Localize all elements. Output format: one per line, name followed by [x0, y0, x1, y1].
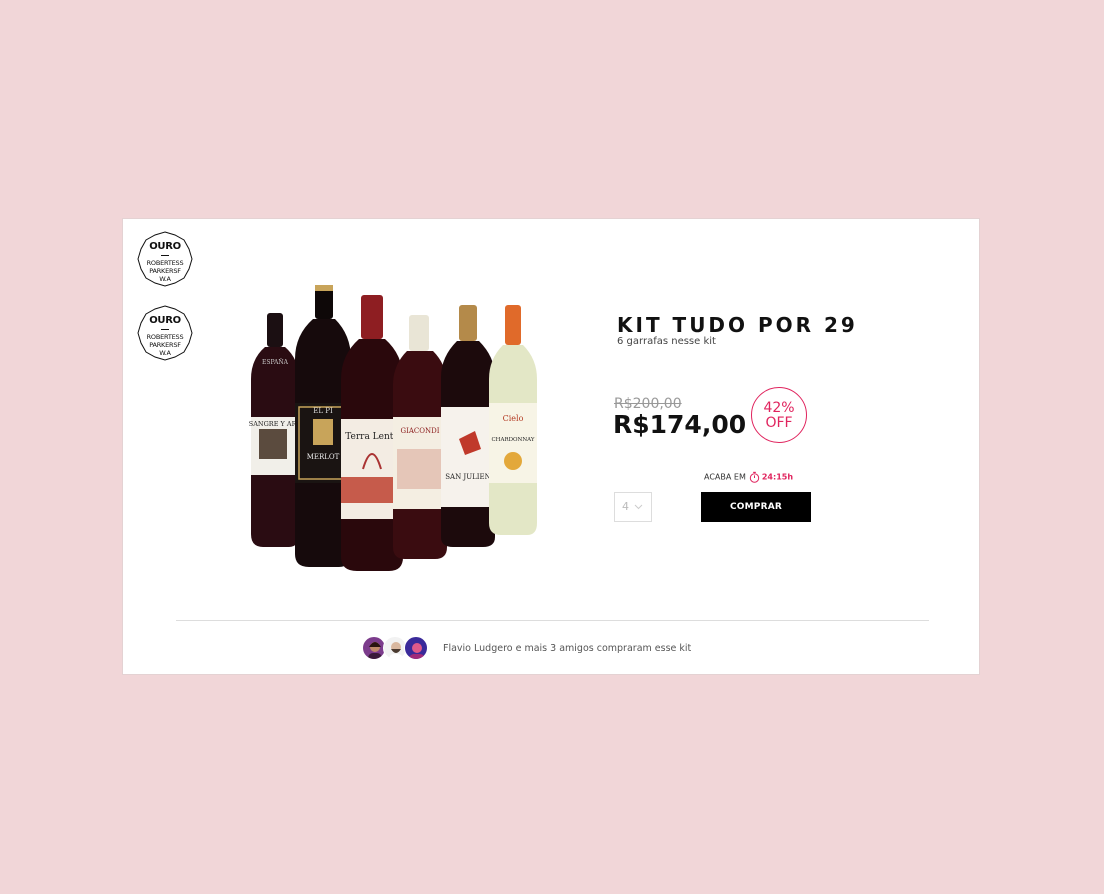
stopwatch-icon — [749, 471, 760, 483]
bottle: Cielo CHARDONNAY — [489, 305, 537, 535]
product-card: OURO ROBERTESS PARKERSF W.A OURO ROBERTE… — [122, 218, 980, 675]
award-badge: OURO ROBERTESS PARKERSF W.A — [137, 305, 193, 361]
bottle: SAN JULIEN — [441, 305, 495, 547]
svg-text:GIACONDI: GIACONDI — [400, 427, 439, 435]
avatar — [404, 636, 428, 660]
bottle: GIACONDI — [393, 315, 447, 559]
friends-avatars — [362, 636, 432, 662]
discount-badge: 42% OFF — [751, 387, 807, 443]
product-subtitle: 6 garrafas nesse kit — [617, 336, 716, 347]
svg-text:ESPAÑA: ESPAÑA — [262, 358, 289, 366]
svg-text:Cielo: Cielo — [503, 414, 524, 423]
discount-off-label: OFF — [765, 415, 793, 431]
svg-text:SAN JULIEN: SAN JULIEN — [445, 473, 491, 481]
svg-text:MERLOT: MERLOT — [307, 453, 340, 461]
quantity-select[interactable]: 4 — [614, 492, 652, 522]
bottle: ESPAÑA SANGRE Y ARE — [249, 313, 302, 547]
product-title: KIT TUDO POR 29 — [617, 313, 858, 337]
countdown-timer: 24:15h — [761, 472, 794, 482]
svg-text:SANGRE Y ARE: SANGRE Y ARE — [249, 420, 302, 428]
product-image: ESPAÑA SANGRE Y ARE EL PI MERLOT Terra L… — [249, 285, 537, 571]
ends-label: ACABA EM — [704, 472, 746, 482]
svg-text:EL PI: EL PI — [313, 407, 333, 415]
current-price: R$174,00 — [613, 410, 747, 439]
friends-purchased-text: Flavio Ludgero e mais 3 amigos compraram… — [443, 643, 692, 654]
svg-text:Terra Lenta: Terra Lenta — [345, 432, 399, 442]
award-text: ROBERTESS PARKERSF W.A — [146, 333, 184, 357]
buy-button[interactable]: COMPRAR — [701, 492, 811, 522]
quantity-value: 4 — [622, 500, 629, 513]
award-title: OURO — [149, 315, 181, 326]
chevron-down-icon — [634, 504, 643, 510]
award-text: ROBERTESS PARKERSF W.A — [146, 259, 184, 283]
award-badge: OURO ROBERTESS PARKERSF W.A — [137, 231, 193, 287]
divider — [176, 620, 929, 621]
award-title: OURO — [149, 241, 181, 252]
offer-countdown: ACABA EM 24:15h — [704, 471, 793, 483]
svg-text:CHARDONNAY: CHARDONNAY — [491, 437, 534, 443]
discount-percent: 42% — [763, 400, 795, 416]
